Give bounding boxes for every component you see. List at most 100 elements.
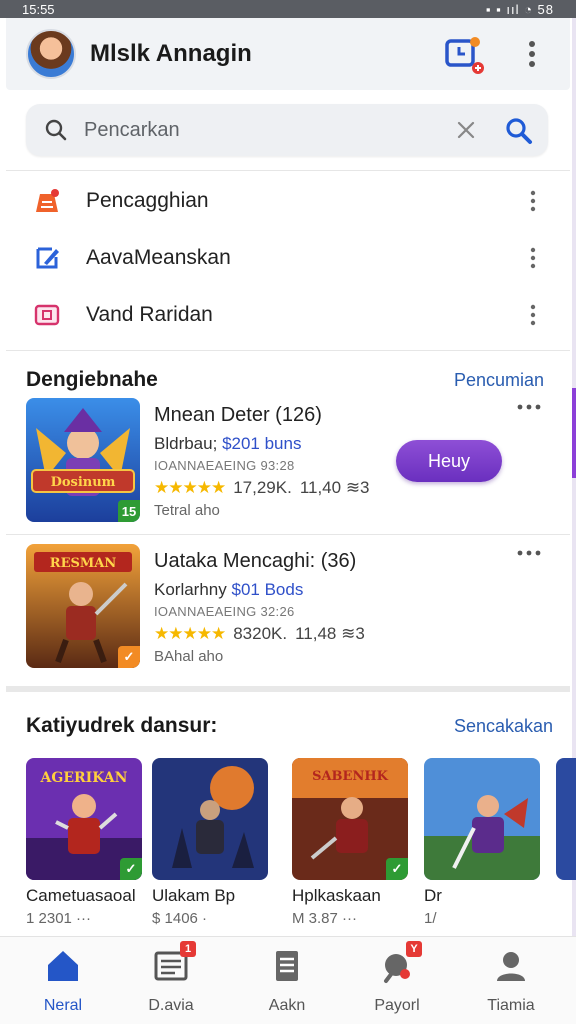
buy-button[interactable]: Heuy bbox=[396, 440, 502, 482]
rating-value: 17,29K. bbox=[233, 478, 292, 497]
more-vert-icon[interactable] bbox=[524, 245, 542, 271]
app-badge: 15 bbox=[118, 500, 140, 522]
menu-item-aavameanskan[interactable]: AavaMeanskan bbox=[6, 229, 570, 286]
menu-item-label: AavaMeanskan bbox=[86, 245, 231, 269]
person-icon bbox=[497, 952, 525, 981]
app-badge: ✓ bbox=[118, 646, 140, 668]
scroll-thumb[interactable] bbox=[572, 388, 576, 478]
app-tile[interactable]: SABENHK ✓ Hplkaskaan M 3.87 ··· bbox=[292, 758, 412, 927]
app-subtitle: IOANNAEAEING 32:26 bbox=[154, 604, 295, 619]
nav-item-news[interactable]: 1 D.avia bbox=[116, 941, 226, 1015]
rating-line: ★★★★★ 8320K. 11,48 ≋3 bbox=[154, 624, 365, 644]
tile-banner: AGERIKAN bbox=[40, 770, 128, 786]
nav-item-profile[interactable]: Tiamia bbox=[456, 947, 566, 1015]
search-bar bbox=[26, 104, 548, 156]
calendar-clock-icon bbox=[445, 37, 484, 74]
nav-badge: 1 bbox=[180, 941, 196, 957]
app-thumbnail: RESMAN ✓ bbox=[26, 544, 140, 668]
app-card[interactable]: RESMAN ✓ Uataka Mencaghi: (36) Korlarhny… bbox=[6, 538, 570, 678]
rating-stars: ★★★★★ bbox=[154, 478, 226, 497]
tile-meta: $ 1406 · bbox=[152, 910, 208, 927]
nav-item-payorl[interactable]: Y Payorl bbox=[342, 941, 452, 1015]
price-line: Korlarhny $01 Bods bbox=[154, 580, 303, 600]
app-tile[interactable]: AGERIKAN ✓ Cametuasaoal 1 2301 ··· bbox=[26, 758, 146, 927]
tile-image: SABENHK ✓ bbox=[292, 758, 408, 880]
quick-menu: Pencagghian AavaMeanskan Vand Raridan bbox=[6, 172, 570, 343]
app-title: Mlslk Annagin bbox=[90, 40, 252, 67]
menu-item-pencagghian[interactable]: Pencagghian bbox=[6, 172, 570, 229]
header-more-button[interactable] bbox=[520, 36, 544, 72]
price-prefix: Korlarhny bbox=[154, 580, 227, 599]
app-name: Uataka Mencaghi: (36) bbox=[154, 550, 357, 572]
search-submit-icon[interactable] bbox=[504, 116, 534, 146]
bottom-nav: Neral 1 D.avia Aakn Y Payorl Tiamia bbox=[0, 936, 576, 1024]
svg-text:Dosinum: Dosinum bbox=[51, 475, 116, 490]
nav-item-home[interactable]: Neral bbox=[8, 947, 118, 1015]
section-divider bbox=[6, 686, 570, 692]
price-line: Bldrbau; $201 buns bbox=[154, 434, 301, 454]
refresh-edit-icon bbox=[36, 247, 59, 269]
rating-line: ★★★★★ 17,29K. 11,40 ≋3 bbox=[154, 478, 370, 498]
status-time: 15:55 bbox=[22, 1, 55, 17]
home-icon bbox=[48, 951, 78, 981]
menu-item-vand-raridan[interactable]: Vand Raridan bbox=[6, 286, 570, 343]
more-vert-icon bbox=[529, 41, 535, 67]
tile-image bbox=[152, 758, 268, 880]
status-icons: ▪ ▪ ııl ◔ 58 bbox=[485, 1, 554, 17]
divider bbox=[6, 534, 570, 535]
tile-banner: SABENHK bbox=[312, 769, 389, 784]
more-vert-icon[interactable] bbox=[524, 188, 542, 214]
section-title: Katiyudrek dansur: bbox=[26, 714, 218, 737]
nav-label: Neral bbox=[43, 997, 83, 1014]
tile-meta: 1 2301 ··· bbox=[26, 910, 92, 927]
clipboard-icon bbox=[34, 304, 60, 326]
app-name: Mnean Deter (126) bbox=[154, 404, 322, 426]
price-prefix: Bldrbau; bbox=[154, 434, 218, 453]
tile-name: Cametuasaoal bbox=[26, 886, 136, 905]
more-vert-icon[interactable] bbox=[524, 302, 542, 328]
tile-image bbox=[424, 758, 540, 880]
section-title: Dengiebnahe bbox=[26, 368, 158, 391]
app-header: Mlslk Annagin bbox=[6, 18, 570, 90]
app-carousel[interactable]: AGERIKAN ✓ Cametuasaoal 1 2301 ··· Ulaka… bbox=[26, 758, 576, 934]
tile-image: AGERIKAN ✓ bbox=[26, 758, 142, 880]
price-value: $01 Bods bbox=[231, 580, 304, 599]
nav-badge: Y bbox=[406, 941, 422, 957]
tile-image bbox=[556, 758, 576, 880]
svg-text:RESMAN: RESMAN bbox=[50, 556, 117, 571]
app-tag: BAhal aho bbox=[154, 648, 224, 665]
nav-label: D.avia bbox=[148, 997, 194, 1014]
nav-label: Aakn bbox=[268, 997, 306, 1014]
tile-meta: 1/ bbox=[424, 910, 437, 927]
nav-label: Payorl bbox=[374, 997, 420, 1014]
app-tile[interactable]: Ulakam Bp $ 1406 · bbox=[152, 758, 272, 927]
app-tile[interactable] bbox=[556, 758, 576, 880]
app-subtitle: IOANNAEAEING 93:28 bbox=[154, 458, 295, 473]
app-thumbnail: Dosinum 15 bbox=[26, 398, 140, 522]
rating-stars: ★★★★★ bbox=[154, 624, 226, 643]
notebook-icon bbox=[36, 189, 59, 212]
rating-count: 11,48 ≋3 bbox=[295, 624, 365, 643]
search-input[interactable] bbox=[84, 114, 444, 146]
search-icon bbox=[45, 119, 67, 141]
tile-badge: ✓ bbox=[120, 858, 142, 880]
tile-meta: M 3.87 ··· bbox=[292, 910, 358, 927]
rating-count: 11,40 ≋3 bbox=[299, 478, 370, 497]
nav-item-document[interactable]: Aakn bbox=[232, 947, 342, 1015]
status-bar: 15:55 ▪ ▪ ııl ◔ 58 bbox=[0, 0, 576, 18]
tile-badge: ✓ bbox=[386, 858, 408, 880]
price-value: $201 buns bbox=[222, 434, 302, 453]
section-link[interactable]: Pencumian bbox=[454, 370, 544, 391]
clear-icon[interactable] bbox=[454, 118, 478, 142]
avatar[interactable] bbox=[26, 29, 76, 79]
nav-label: Tiamia bbox=[487, 997, 535, 1014]
more-horiz-icon[interactable] bbox=[516, 400, 542, 414]
rating-value: 8320K. bbox=[233, 624, 288, 643]
section-link[interactable]: Sencakakan bbox=[454, 716, 553, 737]
more-horiz-icon[interactable] bbox=[516, 546, 542, 560]
app-tile[interactable]: Dr 1/ bbox=[424, 758, 544, 927]
app-card[interactable]: Dosinum 15 Mnean Deter (126) Bldrbau; $2… bbox=[6, 392, 570, 532]
calendar-clock-button[interactable] bbox=[444, 36, 484, 74]
divider bbox=[6, 170, 570, 171]
divider bbox=[6, 350, 570, 351]
